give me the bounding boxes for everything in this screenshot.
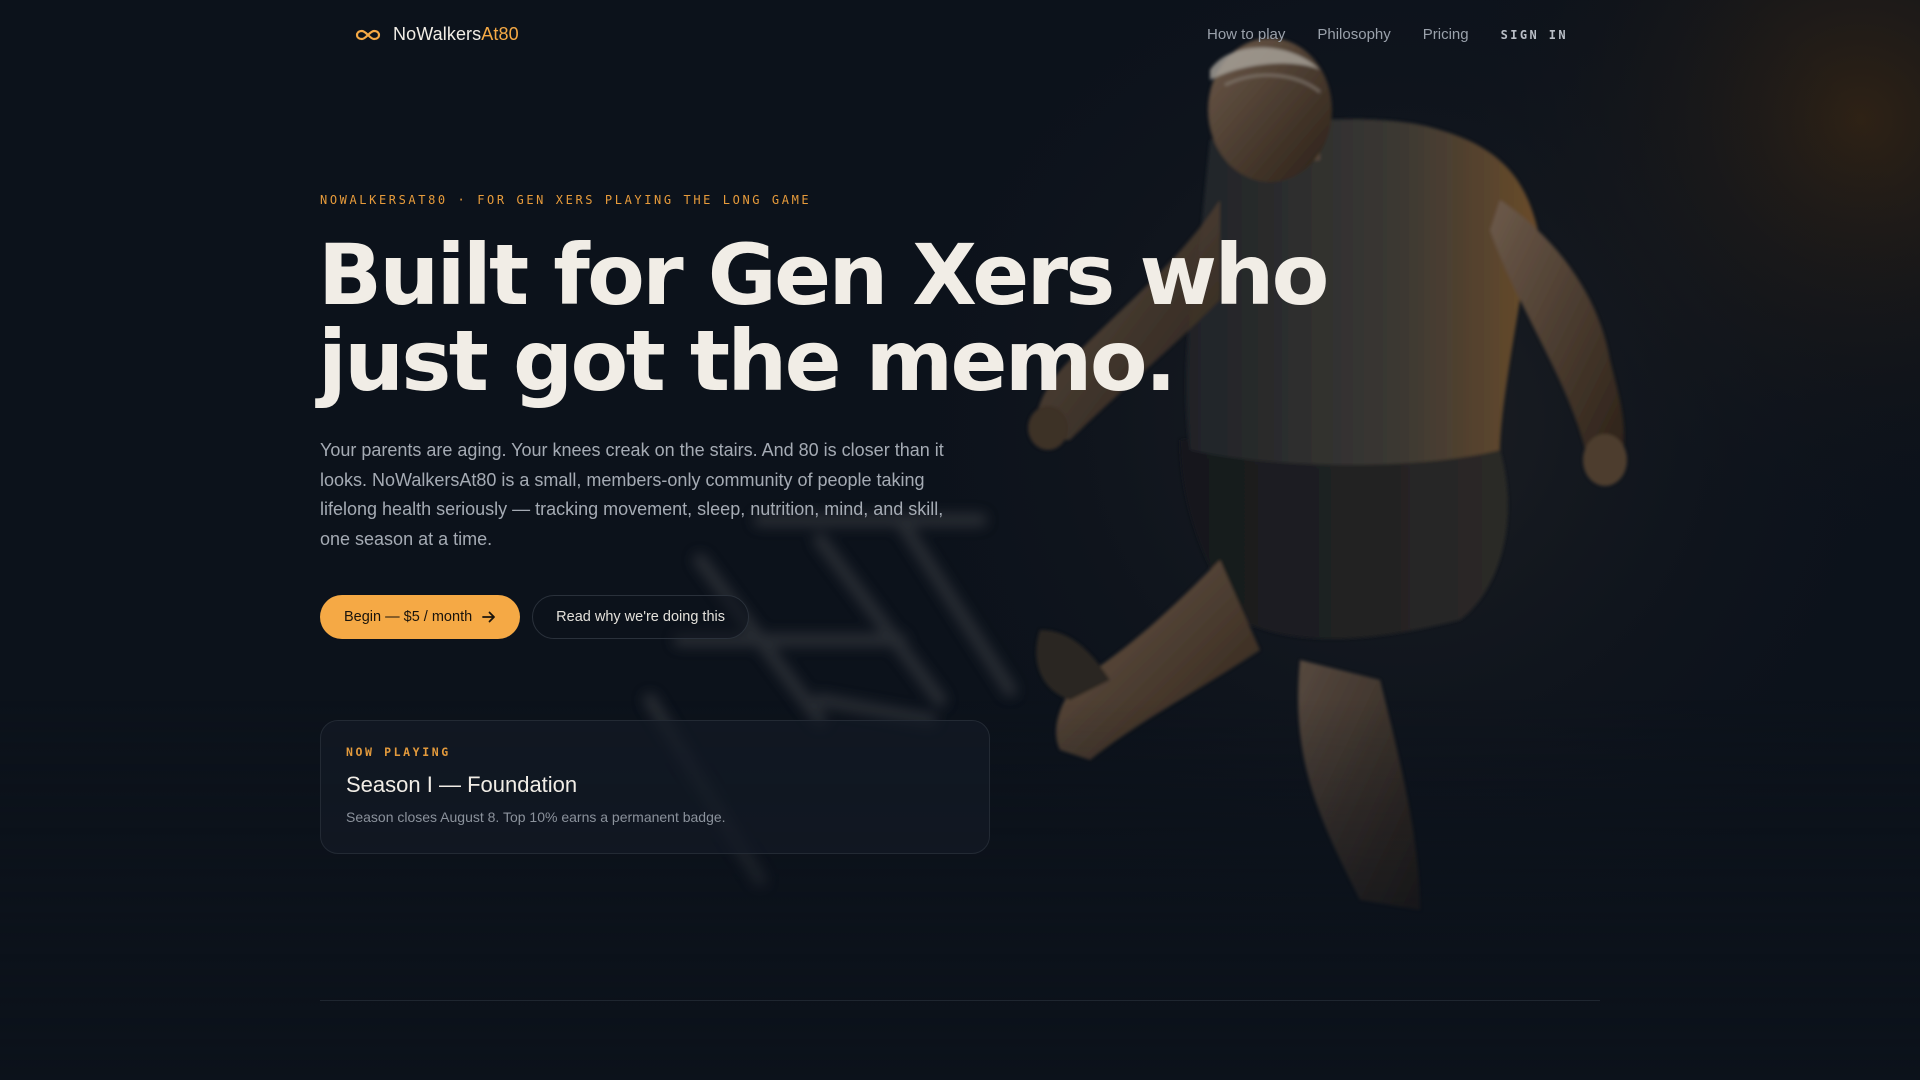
arrow-right-icon [482,611,496,623]
now-playing-label: NOW PLAYING [346,745,451,759]
nav-link-pricing[interactable]: Pricing [1423,26,1469,43]
section-divider [320,1000,1600,1001]
brand-logo[interactable]: NoWalkersAt80 [355,24,519,45]
brand-name-accent: At80 [481,24,519,44]
season-subtitle: Season closes August 8. Top 10% earns a … [346,809,726,825]
hero-headline-line-2: just got the memo. [318,312,1177,410]
nav-links: How to play Philosophy Pricing SIGN IN [1207,26,1568,43]
read-why-button[interactable]: Read why we're doing this [532,595,749,639]
now-playing-card[interactable]: NOW PLAYING Season I — Foundation Season… [320,720,990,854]
landing-page: NoWalkersAt80 How to play Philosophy Pri… [0,0,1920,1080]
season-title: Season I — Foundation [346,772,578,797]
nav-link-philosophy[interactable]: Philosophy [1317,26,1390,43]
top-nav: NoWalkersAt80 How to play Philosophy Pri… [0,0,1920,70]
begin-membership-label: Begin — $5 / month [344,609,473,625]
begin-membership-button[interactable]: Begin — $5 / month [320,595,521,639]
infinity-icon [355,29,381,40]
nav-link-how-to-play[interactable]: How to play [1207,26,1285,43]
sign-in-link[interactable]: SIGN IN [1501,28,1568,42]
brand-name: NoWalkersAt80 [393,24,519,45]
brand-name-primary: NoWalkers [393,24,482,44]
cta-group: Begin — $5 / month Read why we're doing … [320,595,749,639]
hero-description: Your parents are aging. Your knees creak… [320,440,944,549]
hero-eyebrow: NOWALKERSAT80 · FOR GEN XERS PLAYING THE… [320,193,812,207]
hero-headline-line-1: Built for Gen Xers who [318,226,1329,324]
hero-headline: Built for Gen Xers who just got the memo… [318,226,1329,410]
